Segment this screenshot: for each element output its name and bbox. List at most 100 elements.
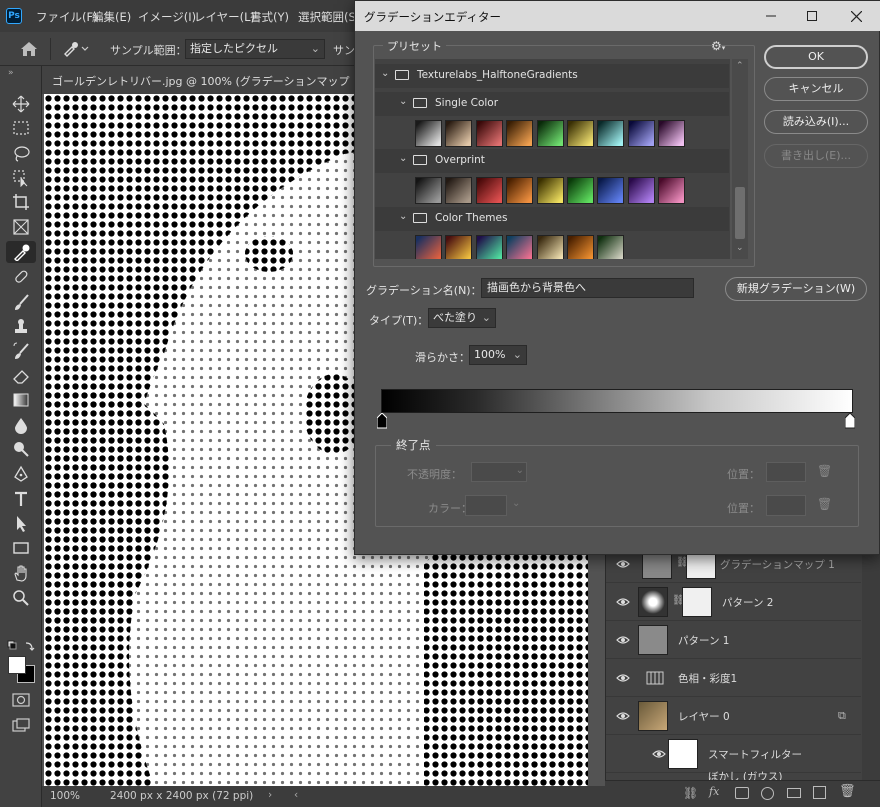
foreground-color-swatch[interactable] — [8, 656, 26, 674]
frame-tool-button[interactable] — [6, 216, 36, 238]
preset-scrollbar[interactable]: ⌃ ⌄ — [732, 59, 748, 259]
layer-row[interactable]: パターン 1 — [606, 621, 861, 659]
gradient-preset-swatch[interactable] — [445, 235, 473, 259]
path-select-tool-button[interactable] — [6, 512, 36, 534]
layer-style-icon[interactable]: fx — [709, 785, 719, 798]
eye-icon[interactable] — [616, 557, 630, 571]
maximize-icon[interactable] — [801, 5, 823, 27]
new-gradient-button[interactable]: 新規グラデーション(W) — [725, 277, 867, 301]
gradient-tool-button[interactable] — [6, 389, 36, 411]
gradient-preset-swatch[interactable] — [415, 120, 442, 147]
eye-icon[interactable] — [616, 633, 630, 647]
gradient-preset-swatch[interactable] — [475, 177, 503, 204]
hand-tool-button[interactable] — [6, 562, 36, 584]
lasso-tool-button[interactable] — [6, 143, 36, 165]
eye-icon[interactable] — [652, 747, 666, 761]
color-stop-right[interactable] — [844, 412, 856, 432]
menu-item[interactable]: イメージ(I) — [138, 9, 196, 25]
menu-item[interactable]: 書式(Y) — [250, 9, 289, 25]
gradient-preset-swatch[interactable] — [506, 120, 534, 147]
gradient-preset-swatch[interactable] — [445, 120, 473, 147]
link-layers-icon[interactable]: ⛓ — [683, 786, 698, 800]
blur-tool-button[interactable] — [6, 414, 36, 436]
gradient-preset-swatch[interactable] — [536, 235, 564, 259]
new-group-icon[interactable] — [787, 788, 801, 798]
move-tool-button[interactable] — [6, 93, 36, 115]
type-tool-button[interactable] — [6, 488, 36, 510]
smoothness-dropdown[interactable]: 100% ⌄ — [469, 345, 527, 365]
pen-tool-button[interactable] — [6, 463, 36, 485]
gradient-preset-swatch[interactable] — [415, 177, 442, 204]
load-button[interactable]: 読み込み(I)... — [764, 110, 868, 134]
gradient-preset-swatch[interactable] — [506, 177, 534, 204]
menu-item[interactable]: レイヤー(L) — [194, 9, 255, 25]
eye-icon[interactable] — [616, 671, 630, 685]
gradient-preset-swatch[interactable] — [567, 120, 594, 147]
gradient-preset-swatch[interactable] — [415, 235, 442, 259]
gradient-preset-swatch[interactable] — [597, 177, 625, 204]
eraser-tool-button[interactable] — [6, 364, 36, 386]
close-icon[interactable] — [845, 5, 867, 27]
gradient-preset-swatch[interactable] — [627, 177, 655, 204]
layer-row[interactable]: ⛓ パターン 2 — [606, 583, 861, 621]
quick-mask-icon[interactable] — [12, 693, 30, 710]
document-tab[interactable]: ゴールデンレトリバー.jpg @ 100% (グラデーションマップ 1, レイヤ… — [42, 66, 358, 94]
minimize-icon[interactable] — [760, 5, 782, 27]
preset-folder-row[interactable]: ⌄ Single Color — [375, 92, 729, 116]
color-swatch-input[interactable] — [465, 495, 507, 516]
gradient-preset-swatch[interactable] — [536, 120, 564, 147]
eyedropper-preset-icon[interactable] — [62, 41, 90, 57]
zoom-level[interactable]: 100% — [50, 790, 80, 802]
preset-folder-row[interactable]: ⌄ Texturelabs_HalftoneGradients — [375, 64, 729, 88]
history-brush-tool-button[interactable] — [6, 340, 36, 362]
new-layer-icon[interactable] — [813, 786, 826, 799]
location-input-1[interactable] — [766, 462, 806, 482]
swap-colors-icon[interactable] — [6, 640, 36, 655]
screen-mode-icon[interactable] — [12, 718, 30, 735]
sample-dropdown[interactable]: 指定したピクセル ⌄ — [185, 39, 325, 59]
eyedropper-tool-button[interactable] — [6, 241, 36, 263]
delete-color-stop-icon[interactable]: 🗑 — [817, 497, 832, 511]
layer-row[interactable]: 色相・彩度1 — [606, 659, 861, 697]
delete-layer-icon[interactable]: 🗑 — [839, 784, 856, 799]
brush-tool-button[interactable] — [6, 291, 36, 313]
object-select-tool-button[interactable] — [6, 167, 36, 189]
scroll-down-icon[interactable]: ⌄ — [736, 243, 744, 253]
zoom-tool-button[interactable] — [6, 587, 36, 609]
crop-tool-button[interactable] — [6, 191, 36, 213]
chevron-down-icon[interactable]: ⌄ — [399, 211, 407, 222]
save-button[interactable]: 書き出し(E)... — [764, 144, 868, 168]
chevron-down-icon[interactable]: ⌄ — [381, 68, 389, 79]
preset-folder-row[interactable]: ⌄ Overprint — [375, 149, 729, 173]
layers-scrollbar[interactable] — [862, 545, 880, 780]
scroll-up-icon[interactable]: ⌃ — [736, 61, 744, 71]
chevron-down-icon[interactable]: ⌄ — [399, 153, 407, 164]
gradient-preset-swatch[interactable] — [475, 120, 503, 147]
gradient-type-dropdown[interactable]: べた塗り ⌄ — [428, 308, 496, 328]
menu-item[interactable]: 選択範囲(S) — [298, 9, 360, 25]
gradient-preset-swatch[interactable] — [536, 177, 564, 204]
eye-icon[interactable] — [616, 709, 630, 723]
preset-folder-row[interactable]: ⌄ Color Themes — [375, 207, 729, 231]
gradient-preset-swatch[interactable] — [567, 177, 594, 204]
menu-item[interactable]: ファイル(F) — [36, 9, 98, 25]
gradient-preset-swatch[interactable] — [597, 120, 625, 147]
gradient-preset-swatch[interactable] — [597, 235, 625, 259]
layer-row[interactable]: スマートフィルター — [606, 735, 861, 773]
panel-collapse-icon[interactable]: » — [8, 68, 14, 78]
preset-settings-gear-icon[interactable]: ⚙▾ — [711, 39, 725, 53]
eye-icon[interactable] — [616, 595, 630, 609]
location-input-2[interactable] — [766, 495, 806, 516]
gradient-preset-swatch[interactable] — [658, 120, 686, 147]
adjustment-layer-icon[interactable] — [761, 787, 774, 800]
gradient-preset-swatch[interactable] — [445, 177, 473, 204]
gradient-preview-bar[interactable] — [381, 389, 853, 413]
dodge-tool-button[interactable] — [6, 438, 36, 460]
healing-brush-tool-button[interactable] — [6, 266, 36, 288]
opacity-input[interactable]: ⌄ — [471, 462, 527, 482]
gradient-preset-swatch[interactable] — [506, 235, 534, 259]
scrollbar-thumb[interactable] — [735, 187, 745, 239]
chevron-down-icon[interactable]: ⌄ — [399, 96, 407, 107]
home-icon[interactable] — [20, 41, 38, 57]
stamp-tool-button[interactable] — [6, 315, 36, 337]
